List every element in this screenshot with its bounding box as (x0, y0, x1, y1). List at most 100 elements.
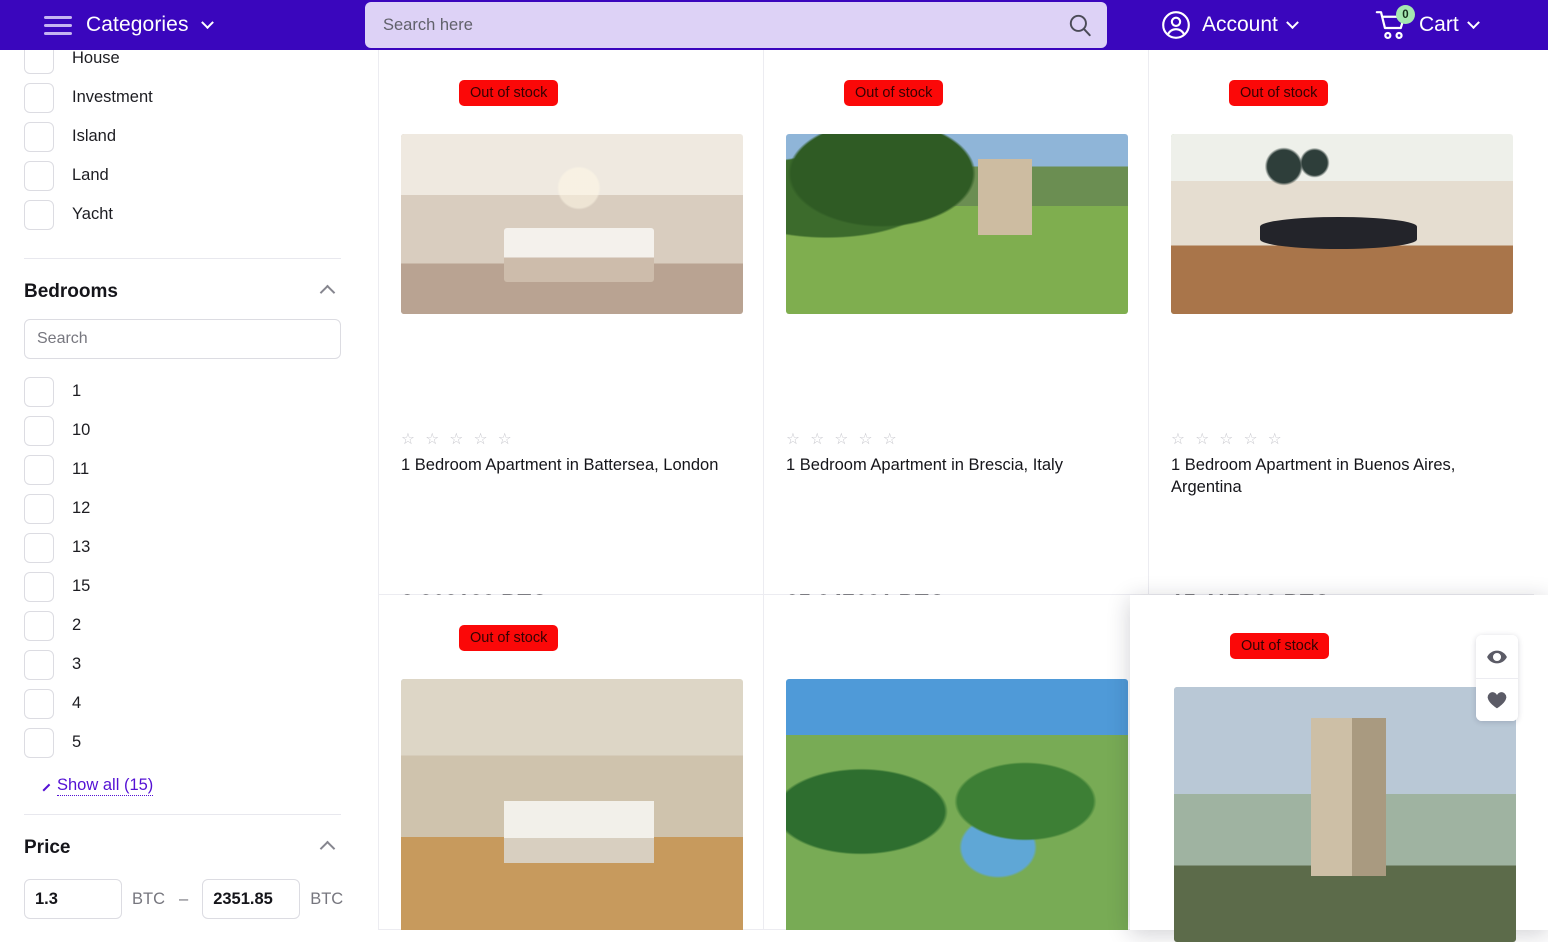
cart-label: Cart (1419, 13, 1459, 36)
product-image-living-room[interactable] (401, 679, 743, 930)
search-input[interactable] (365, 15, 1053, 35)
add-to-wishlist-button[interactable] (1476, 678, 1518, 721)
quick-view-button[interactable] (1476, 635, 1518, 678)
checkbox-bedrooms-12[interactable] (24, 493, 54, 524)
product-rating-stars[interactable]: ☆ ☆ ☆ ☆ ☆ (786, 430, 900, 449)
filter-label: Investment (72, 88, 153, 106)
price-section-header[interactable]: Price (24, 815, 341, 875)
chevron-down-icon (1466, 15, 1480, 29)
bedrooms-option-13[interactable]: 13 (24, 528, 341, 567)
chevron-down-icon (37, 778, 51, 791)
option-label: 12 (72, 499, 91, 517)
product-image-bedroom-interior[interactable] (401, 134, 743, 314)
option-label: 3 (72, 655, 82, 673)
product-title[interactable]: 1 Bedroom Apartment in Brescia, Italy (786, 455, 1116, 477)
bedrooms-option-1[interactable]: 1 (24, 372, 341, 411)
price-range-separator: – (179, 889, 189, 908)
checkbox-land[interactable] (24, 160, 54, 191)
checkbox-house[interactable] (24, 50, 54, 74)
filter-sidebar: House Investment Island Land Yacht Bedro… (0, 50, 365, 930)
bedrooms-show-all-link[interactable]: Show all (15) (24, 762, 341, 796)
product-image-city-skyline[interactable] (1174, 687, 1516, 942)
filter-label: Island (72, 127, 117, 145)
filter-row-house[interactable]: House (24, 50, 341, 78)
bedrooms-option-3[interactable]: 3 (24, 645, 341, 684)
checkbox-bedrooms-4[interactable] (24, 688, 54, 719)
filter-label: House (72, 50, 120, 67)
top-header: Categories Account 0 Cart (0, 0, 1548, 50)
product-image-tropical-garden[interactable] (786, 679, 1128, 930)
price-range-row: BTC – BTC (24, 879, 344, 919)
bedrooms-option-12[interactable]: 12 (24, 489, 341, 528)
product-title[interactable]: 1 Bedroom Apartment in Buenos Aires, Arg… (1171, 455, 1501, 499)
product-rating-stars[interactable]: ☆ ☆ ☆ ☆ ☆ (401, 430, 515, 449)
option-label: 1 (72, 382, 82, 400)
checkbox-yacht[interactable] (24, 199, 54, 230)
price-max-unit: BTC (310, 889, 344, 908)
checkbox-bedrooms-1[interactable] (24, 376, 54, 407)
out-of-stock-badge: Out of stock (844, 80, 944, 106)
bedrooms-section-header[interactable]: Bedrooms (24, 259, 341, 319)
product-title[interactable]: 1 Bedroom Apartment in Battersea, London (401, 455, 731, 477)
out-of-stock-badge: Out of stock (459, 80, 559, 106)
filter-row-land[interactable]: Land (24, 156, 341, 195)
checkbox-bedrooms-2[interactable] (24, 610, 54, 641)
hamburger-menu-icon (44, 15, 72, 35)
checkbox-bedrooms-13[interactable] (24, 532, 54, 563)
option-label: 15 (72, 577, 91, 595)
search-button[interactable] (1053, 2, 1107, 48)
bedrooms-option-10[interactable]: 10 (24, 411, 341, 450)
checkbox-bedrooms-5[interactable] (24, 727, 54, 758)
bedrooms-option-4[interactable]: 4 (24, 684, 341, 723)
bedrooms-option-15[interactable]: 15 (24, 567, 341, 606)
out-of-stock-badge: Out of stock (1230, 633, 1330, 659)
eye-icon (1487, 650, 1507, 663)
chevron-down-icon (1286, 15, 1299, 29)
cart-count-badge: 0 (1396, 5, 1415, 24)
checkbox-bedrooms-3[interactable] (24, 649, 54, 680)
filter-label: Land (72, 166, 109, 184)
checkbox-bedrooms-10[interactable] (24, 415, 54, 446)
option-label: 5 (72, 733, 82, 751)
product-card-brescia-italy[interactable]: Out of stock ☆ ☆ ☆ ☆ ☆ 1 Bedroom Apartme… (764, 50, 1149, 615)
product-card-buenos-aires-argentina[interactable]: Out of stock ☆ ☆ ☆ ☆ ☆ 1 Bedroom Apartme… (1149, 50, 1534, 615)
category-filter-list: House Investment Island Land Yacht (24, 50, 341, 234)
bedrooms-title: Bedrooms (24, 281, 118, 302)
product-card-battersea-london[interactable]: Out of stock ☆ ☆ ☆ ☆ ☆ 1 Bedroom Apartme… (379, 50, 764, 615)
out-of-stock-badge: Out of stock (459, 625, 559, 651)
heart-icon (1487, 692, 1507, 709)
chevron-up-icon[interactable] (319, 284, 336, 300)
checkbox-island[interactable] (24, 121, 54, 152)
option-label: 10 (72, 421, 91, 439)
checkbox-investment[interactable] (24, 82, 54, 113)
categories-label: Categories (86, 13, 189, 36)
price-title: Price (24, 837, 71, 858)
cart-menu-button[interactable]: 0 Cart (1375, 0, 1480, 50)
filter-row-yacht[interactable]: Yacht (24, 195, 341, 234)
search-bar[interactable] (365, 2, 1107, 48)
categories-menu-button[interactable]: Categories (44, 13, 214, 37)
product-image-castle-garden[interactable] (786, 134, 1128, 314)
option-label: 13 (72, 538, 91, 556)
price-max-input[interactable] (202, 879, 301, 919)
show-all-label: Show all (15) (57, 776, 154, 796)
bedrooms-search-input[interactable] (24, 319, 341, 359)
product-card-tropical-garden[interactable] (764, 595, 1149, 930)
filter-row-island[interactable]: Island (24, 117, 341, 156)
option-label: 2 (72, 616, 82, 634)
chevron-up-icon[interactable] (319, 840, 336, 856)
bedrooms-option-list: 1 10 11 12 13 15 2 3 4 5 (24, 372, 341, 762)
account-menu-button[interactable]: Account (1160, 0, 1299, 50)
product-card-living-room[interactable]: Out of stock (379, 595, 764, 930)
filter-row-investment[interactable]: Investment (24, 78, 341, 117)
bedrooms-option-11[interactable]: 11 (24, 450, 341, 489)
option-label: 11 (72, 460, 90, 478)
checkbox-bedrooms-15[interactable] (24, 571, 54, 602)
product-rating-stars[interactable]: ☆ ☆ ☆ ☆ ☆ (1171, 430, 1285, 449)
checkbox-bedrooms-11[interactable] (24, 454, 54, 485)
price-min-input[interactable] (24, 879, 122, 919)
product-image-dining-room[interactable] (1171, 134, 1513, 314)
bedrooms-option-2[interactable]: 2 (24, 606, 341, 645)
product-card-hovered-city-skyline[interactable]: Out of stock (1130, 595, 1548, 942)
bedrooms-option-5[interactable]: 5 (24, 723, 341, 762)
